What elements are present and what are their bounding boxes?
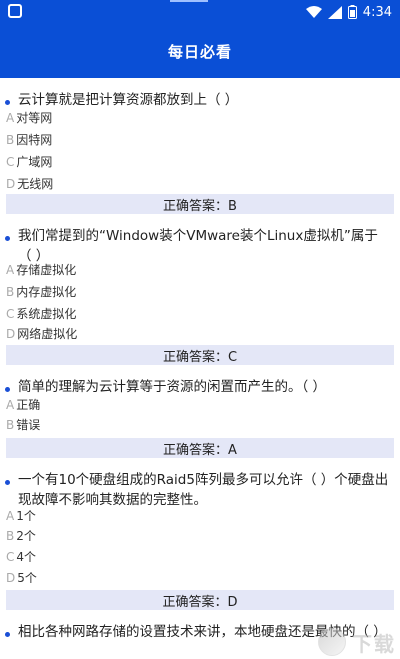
app-bar: 每日必看 bbox=[0, 24, 400, 78]
watermark: 下载 bbox=[318, 627, 396, 657]
option-c[interactable]: C 广域网 bbox=[6, 152, 52, 172]
option-b[interactable]: B 错误 bbox=[6, 415, 40, 435]
option-d[interactable]: D 网络虚拟化 bbox=[6, 324, 77, 344]
question-text: 云计算就是把计算资源都放到上（ ） bbox=[5, 90, 390, 110]
watermark-logo-icon bbox=[318, 628, 346, 656]
page-title: 每日必看 bbox=[167, 42, 232, 61]
watermark-text: 下载 bbox=[352, 631, 396, 656]
status-icons: 4:34 bbox=[305, 3, 392, 21]
option-b[interactable]: B 因特网 bbox=[6, 130, 52, 150]
status-indicator bbox=[170, 0, 208, 2]
question-text: 简单的理解为云计算等于资源的闲置而产生的。（ ） bbox=[5, 377, 390, 397]
answer-bar: 正确答案：A bbox=[6, 438, 394, 458]
notification-icon bbox=[8, 4, 22, 18]
answer-bar: 正确答案：C bbox=[6, 345, 394, 365]
option-c[interactable]: C 4个 bbox=[6, 547, 36, 567]
option-a[interactable]: A 1个 bbox=[6, 506, 36, 526]
question-text: 一个有10个硬盘组成的Raid5阵列最多可以允许（ ）个硬盘出现故障不影响其数据… bbox=[5, 472, 389, 508]
answer-bar: 正确答案：B bbox=[6, 194, 394, 214]
option-a[interactable]: A 正确 bbox=[6, 395, 40, 415]
option-d[interactable]: D 无线网 bbox=[6, 174, 53, 194]
option-a[interactable]: A 对等网 bbox=[6, 108, 52, 128]
signal-icon bbox=[327, 5, 342, 19]
answer-bar: 正确答案：D bbox=[6, 590, 394, 610]
wifi-icon bbox=[305, 5, 322, 19]
option-b[interactable]: B 内存虚拟化 bbox=[6, 282, 76, 302]
status-time: 4:34 bbox=[362, 4, 392, 20]
battery-icon bbox=[347, 5, 357, 19]
option-d[interactable]: D 5个 bbox=[6, 568, 37, 588]
status-bar: 4:34 bbox=[0, 0, 400, 24]
option-c[interactable]: C 系统虚拟化 bbox=[6, 304, 76, 324]
option-a[interactable]: A 存储虚拟化 bbox=[6, 260, 76, 280]
option-b[interactable]: B 2个 bbox=[6, 526, 36, 546]
